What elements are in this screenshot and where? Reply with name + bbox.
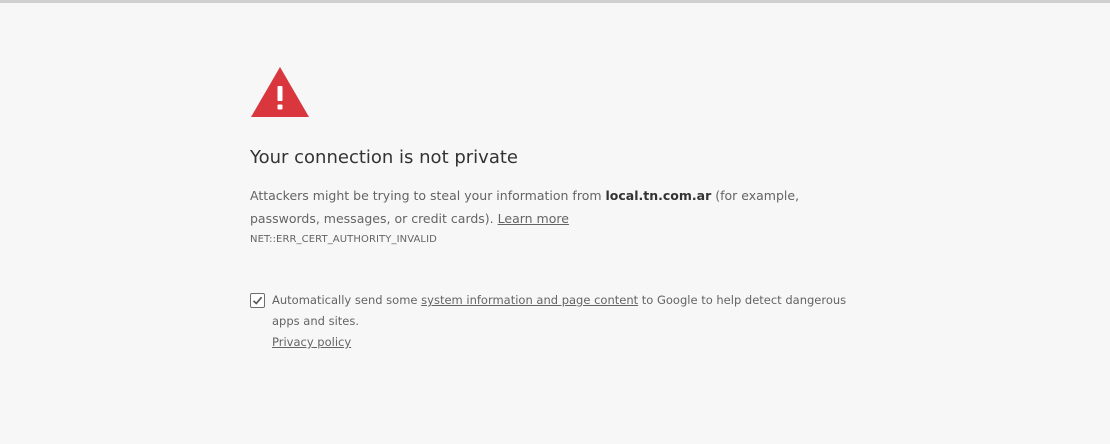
- host-name: local.tn.com.ar: [605, 188, 712, 203]
- extended-reporting-row: Automatically send some system informati…: [250, 290, 870, 353]
- system-info-link[interactable]: system information and page content: [421, 293, 638, 307]
- extended-reporting-checkbox[interactable]: [250, 293, 265, 308]
- extended-reporting-label: Automatically send some system informati…: [272, 290, 870, 353]
- privacy-policy-link[interactable]: Privacy policy: [272, 335, 351, 349]
- explanation-paragraph: Attackers might be trying to steal your …: [250, 184, 870, 230]
- interstitial-content: Your connection is not private Attackers…: [250, 66, 870, 353]
- learn-more-link[interactable]: Learn more: [498, 211, 569, 226]
- report-prefix: Automatically send some: [272, 293, 422, 307]
- top-border: [0, 0, 1110, 3]
- explanation-prefix: Attackers might be trying to steal your …: [250, 188, 606, 203]
- checkmark-icon: [252, 296, 263, 305]
- error-code: NET::ERR_CERT_AUTHORITY_INVALID: [250, 234, 437, 245]
- page-title: Your connection is not private: [250, 147, 518, 168]
- warning-triangle-icon: [251, 67, 309, 117]
